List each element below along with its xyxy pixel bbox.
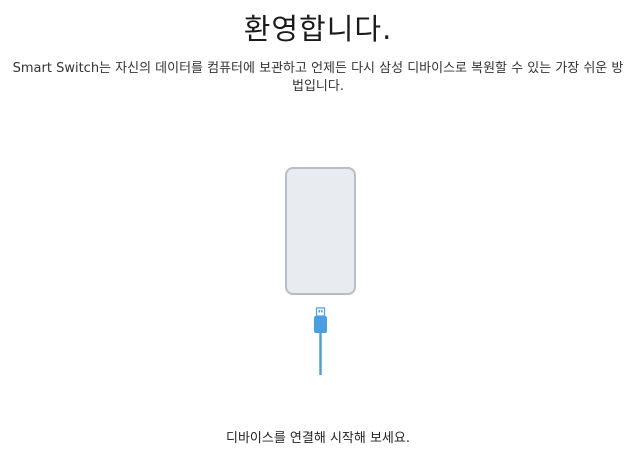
connect-device-illustration xyxy=(285,167,356,375)
connect-device-hint: 디바이스를 연결해 시작해 보세요. xyxy=(226,431,410,446)
phone-icon xyxy=(285,167,356,295)
welcome-screen: 환영합니다. Smart Switch는 자신의 데이터를 컴퓨터에 보관하고 … xyxy=(0,0,636,457)
usb-cable-icon xyxy=(314,307,327,375)
